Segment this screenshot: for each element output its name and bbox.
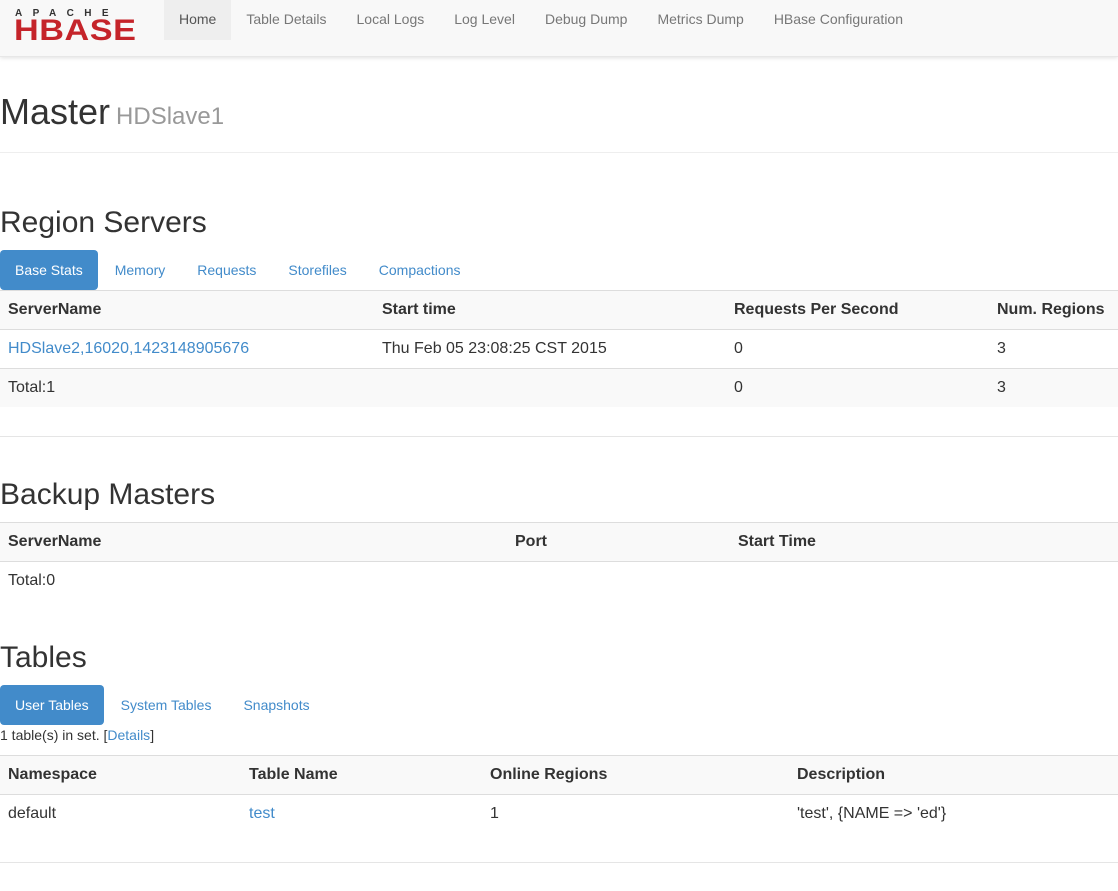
tab-memory[interactable]: Memory <box>100 250 181 290</box>
table-header-row: ServerName Start time Requests Per Secon… <box>0 290 1118 330</box>
table-cell <box>730 561 1118 600</box>
page-header: Master HDSlave1 <box>0 92 1118 153</box>
table-cell: 'test', {NAME => 'ed'} <box>789 794 1118 833</box>
logo-hbase-text: HBASE <box>14 14 137 47</box>
tables-tabs: User Tables System Tables Snapshots <box>0 685 327 725</box>
table-cell: test <box>241 794 482 833</box>
nav-debug-dump[interactable]: Debug Dump <box>530 0 643 40</box>
column-header[interactable]: Num. Regions <box>989 290 1118 330</box>
backup-masters-title: Backup Masters <box>0 478 216 511</box>
region-servers-title: Region Servers <box>0 206 207 239</box>
backup-masters-table: ServerName Port Start Time Total:0 <box>0 522 1118 600</box>
column-header[interactable]: Port <box>507 522 730 562</box>
column-header[interactable]: ServerName <box>0 290 374 330</box>
table-cell <box>374 368 726 407</box>
table-cell: 1 <box>482 794 789 833</box>
section-divider <box>0 862 1118 863</box>
nav-metrics-dump[interactable]: Metrics Dump <box>642 0 758 40</box>
top-navbar: APACHE HBASE Home Table Details Local Lo… <box>0 0 1118 57</box>
table-cell: HDSlave2,16020,1423148905676 <box>0 329 374 369</box>
table-cell: Total:1 <box>0 368 374 407</box>
table-header-row: ServerName Port Start Time <box>0 522 1118 562</box>
table-cell: 0 <box>726 368 989 407</box>
table-cell: Thu Feb 05 23:08:25 CST 2015 <box>374 329 726 369</box>
nav-hbase-configuration[interactable]: HBase Configuration <box>759 0 918 40</box>
column-header[interactable]: Description <box>789 755 1118 795</box>
nav-table-details[interactable]: Table Details <box>231 0 341 40</box>
column-header[interactable]: Start time <box>374 290 726 330</box>
table-cell: 3 <box>989 368 1118 407</box>
tab-snapshots[interactable]: Snapshots <box>228 685 324 725</box>
page-title: Master HDSlave1 <box>0 92 224 137</box>
tab-storefiles[interactable]: Storefiles <box>273 250 361 290</box>
tab-compactions[interactable]: Compactions <box>364 250 476 290</box>
table-cell <box>507 561 730 600</box>
table-total-row: Total:0 <box>0 561 1118 600</box>
nav-local-logs[interactable]: Local Logs <box>342 0 440 40</box>
section-divider <box>0 436 1118 437</box>
tables-count-prefix: 1 table(s) in set. [ <box>0 727 108 743</box>
page-title-text: Master <box>0 91 111 132</box>
tab-base-stats[interactable]: Base Stats <box>0 250 98 290</box>
tables-count: 1 table(s) in set. [Details] <box>0 727 154 743</box>
column-header[interactable]: Table Name <box>241 755 482 795</box>
user-tables-table: Namespace Table Name Online Regions Desc… <box>0 755 1118 833</box>
hbase-logo[interactable]: APACHE HBASE <box>14 8 151 47</box>
nav-log-level[interactable]: Log Level <box>439 0 530 40</box>
tab-system-tables[interactable]: System Tables <box>106 685 227 725</box>
column-header[interactable]: Online Regions <box>482 755 789 795</box>
tables-count-suffix: ] <box>150 727 155 743</box>
main-nav: Home Table Details Local Logs Log Level … <box>164 0 918 57</box>
region-servers-table: ServerName Start time Requests Per Secon… <box>0 290 1118 407</box>
table-cell: 0 <box>726 329 989 369</box>
column-header[interactable]: ServerName <box>0 522 507 562</box>
tab-requests[interactable]: Requests <box>182 250 271 290</box>
table-row: HDSlave2,16020,1423148905676 Thu Feb 05 … <box>0 329 1118 369</box>
tables-title: Tables <box>0 641 87 674</box>
page-subtitle: HDSlave1 <box>116 103 225 130</box>
details-link[interactable]: Details <box>107 727 150 743</box>
column-header[interactable]: Requests Per Second <box>726 290 989 330</box>
nav-home[interactable]: Home <box>164 0 232 40</box>
table-cell: default <box>0 794 241 833</box>
table-name-link[interactable]: test <box>249 805 275 822</box>
column-header[interactable]: Namespace <box>0 755 241 795</box>
table-header-row: Namespace Table Name Online Regions Desc… <box>0 755 1118 795</box>
table-row: default test 1 'test', {NAME => 'ed'} <box>0 794 1118 833</box>
tab-user-tables[interactable]: User Tables <box>0 685 104 725</box>
server-link[interactable]: HDSlave2,16020,1423148905676 <box>8 340 249 357</box>
table-cell: 3 <box>989 329 1118 369</box>
table-total-row: Total:1 0 3 <box>0 368 1118 407</box>
region-servers-tabs: Base Stats Memory Requests Storefiles Co… <box>0 250 477 290</box>
table-cell: Total:0 <box>0 561 507 600</box>
column-header[interactable]: Start Time <box>730 522 1118 562</box>
